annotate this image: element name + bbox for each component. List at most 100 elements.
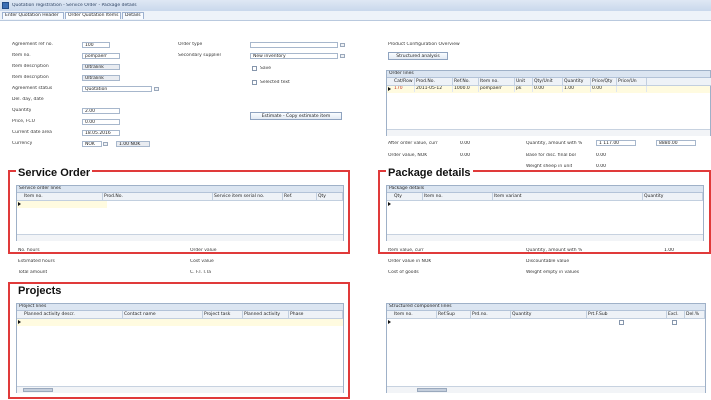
table-cell: 170: [393, 86, 415, 92]
currency-rate-field: 1.00 NOK: [116, 141, 150, 147]
column-header[interactable]: Item no.: [423, 193, 493, 200]
scrollbar-thumb[interactable]: [417, 388, 447, 392]
service-order-header: Item no. Prod.No. Service item serial no…: [17, 193, 343, 201]
column-header[interactable]: Unit: [515, 78, 533, 85]
column-header[interactable]: Del.%: [685, 311, 705, 318]
column-header[interactable]: Phase: [289, 311, 343, 318]
field-label: Agreement ref no.: [12, 42, 53, 47]
column-header[interactable]: Service item serial no.: [213, 193, 283, 200]
package-field-value: 1.00: [664, 248, 675, 253]
column-header[interactable]: Prod.No.: [415, 78, 453, 85]
column-header[interactable]: Qty: [317, 193, 343, 200]
row-marker-icon: [388, 202, 391, 206]
column-header[interactable]: Ref.Sup: [437, 311, 471, 318]
secondary-supplier-label: Secondary supplier: [178, 53, 222, 58]
currency-select[interactable]: NOK: [82, 141, 102, 147]
chevron-down-icon[interactable]: [340, 43, 345, 47]
column-header[interactable]: Cat/Row: [393, 78, 415, 85]
service-field-label: Cost value: [190, 259, 214, 264]
order-type-label: Order type: [178, 42, 203, 47]
column-header[interactable]: Contact name: [123, 311, 203, 318]
column-header[interactable]: Prt.F.Sub: [587, 311, 667, 318]
column-header[interactable]: Qty: [393, 193, 423, 200]
agreement-status-select[interactable]: Quotation: [82, 86, 152, 92]
table-row[interactable]: [387, 201, 703, 208]
column-header[interactable]: Quantity: [643, 193, 703, 200]
structure-lines-grid: Structured component lines Item no. Ref.…: [386, 303, 706, 393]
horizontal-scrollbar[interactable]: [17, 234, 343, 241]
package-field-label: Cost of goods: [388, 270, 419, 275]
summary-value: 0.00: [596, 153, 607, 158]
chevron-down-icon[interactable]: [340, 54, 345, 58]
save-checkbox[interactable]: [252, 66, 257, 71]
price-field[interactable]: 0.00: [82, 119, 120, 125]
table-row[interactable]: [17, 201, 107, 208]
column-header[interactable]: Planned activity descr.: [23, 311, 123, 318]
column-header[interactable]: Price/Un: [617, 78, 647, 85]
item-description-field: Ultralink: [82, 64, 120, 70]
table-cell: 0.00: [533, 86, 563, 92]
row-marker-icon: [388, 87, 391, 91]
tab-strip: Enter Quotation Header Order Quotation I…: [0, 11, 711, 21]
table-cell: 0.00: [591, 86, 617, 92]
item-no-field[interactable]: pompaerr: [82, 53, 120, 59]
summary-value: 1 117.00: [596, 140, 636, 146]
package-field-label: Quantity, amount with %: [526, 248, 583, 253]
structured-analysis-button[interactable]: Structured analysis: [388, 52, 448, 60]
column-header[interactable]: Planned activity: [243, 311, 289, 318]
tab-quotation-items[interactable]: Order Quotation Items: [65, 12, 121, 19]
field-label: Price, FCU: [12, 119, 35, 124]
structure-lines-header: Item no. Ref.Sup Prd.no. Quantity Prt.F.…: [387, 311, 705, 319]
package-field-label: Order value in NOK: [388, 259, 432, 264]
projects-title: Projects: [16, 285, 64, 297]
column-header[interactable]: Prd.no.: [471, 311, 511, 318]
row-checkbox[interactable]: [619, 320, 624, 325]
column-header[interactable]: Qty/Unit: [533, 78, 563, 85]
order-lines-grid: Order lines Cat/Row Prod.No. Ref.No. Ite…: [386, 70, 711, 136]
column-header[interactable]: Quantity: [563, 78, 591, 85]
row-marker-icon: [18, 320, 21, 324]
order-lines-caption: Order lines: [387, 71, 710, 78]
row-checkbox[interactable]: [672, 320, 677, 325]
chevron-down-icon[interactable]: [103, 142, 108, 146]
order-lines-header: Cat/Row Prod.No. Ref.No. Item no. Unit Q…: [387, 78, 711, 86]
tab-details[interactable]: Details: [122, 12, 144, 19]
estimate-button[interactable]: Estimate - Copy estimate item: [250, 112, 342, 120]
quantity-field[interactable]: 2.00: [82, 108, 120, 114]
field-label: Current date area: [12, 130, 52, 135]
current-date-field[interactable]: 18.05.2016: [82, 130, 120, 136]
save-checkbox-label: Save: [260, 66, 272, 71]
tab-quotation-header[interactable]: Enter Quotation Header: [2, 12, 64, 19]
column-header[interactable]: Item no.: [393, 311, 437, 318]
horizontal-scrollbar[interactable]: [387, 129, 710, 136]
horizontal-scrollbar[interactable]: [17, 386, 343, 393]
column-header[interactable]: Item no.: [23, 193, 103, 200]
column-header[interactable]: Price/Qty: [591, 78, 617, 85]
table-row[interactable]: [17, 319, 343, 326]
column-header[interactable]: Ref.: [283, 193, 317, 200]
service-order-caption: Service order lines: [17, 186, 343, 193]
horizontal-scrollbar[interactable]: [387, 386, 705, 393]
horizontal-scrollbar[interactable]: [387, 234, 703, 241]
column-header[interactable]: Ref.No.: [453, 78, 479, 85]
projects-header: Planned activity descr. Contact name Pro…: [17, 311, 343, 319]
package-details-title: Package details: [386, 167, 473, 179]
column-header[interactable]: Item variant: [493, 193, 643, 200]
scrollbar-thumb[interactable]: [23, 388, 53, 392]
chevron-down-icon[interactable]: [154, 87, 159, 91]
table-cell: 1.00: [563, 86, 591, 92]
column-header[interactable]: Prod.No.: [103, 193, 213, 200]
column-header[interactable]: Project task: [203, 311, 243, 318]
column-header[interactable]: Excl.: [667, 311, 685, 318]
service-field-label: Order value: [190, 248, 217, 253]
agreement-ref-field[interactable]: 100: [82, 42, 110, 48]
service-field-label: Estimated hours: [18, 259, 55, 264]
order-type-select[interactable]: [250, 42, 338, 48]
table-row[interactable]: 170 2011-05-12 1000.0 pompaerr pk 0.00 1…: [387, 86, 710, 93]
package-details-header: Qty Item no. Item variant Quantity: [387, 193, 703, 201]
table-row[interactable]: [387, 319, 705, 326]
column-header[interactable]: Quantity: [511, 311, 587, 318]
column-header[interactable]: Item no.: [479, 78, 515, 85]
secondary-supplier-select[interactable]: New inventory: [250, 53, 338, 59]
selected-text-checkbox[interactable]: [252, 80, 257, 85]
